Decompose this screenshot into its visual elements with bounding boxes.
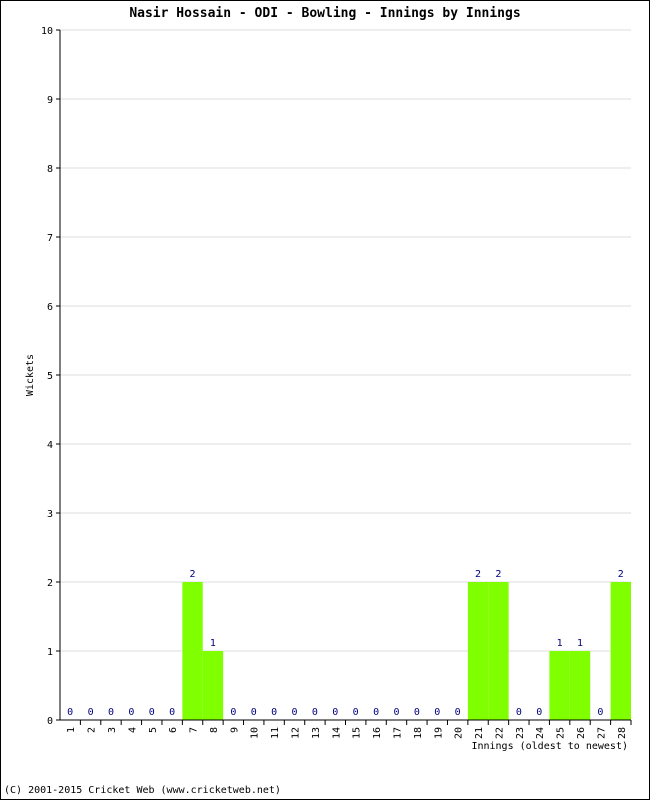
y-tick-label: 0: [47, 716, 53, 727]
x-tick-label: 17: [392, 727, 403, 739]
chart-title: Nasir Hossain - ODI - Bowling - Innings …: [129, 6, 520, 21]
data-label: 2: [495, 569, 501, 580]
data-label: 0: [455, 707, 461, 718]
data-label: 1: [210, 638, 216, 649]
x-tick-label: 11: [270, 727, 281, 739]
data-label: 0: [292, 707, 298, 718]
data-label: 0: [393, 707, 399, 718]
data-label: 2: [618, 569, 624, 580]
y-tick-label: 8: [47, 164, 53, 175]
data-label: 0: [67, 707, 73, 718]
data-label: 0: [271, 707, 277, 718]
y-tick-label: 6: [47, 302, 53, 313]
data-label: 0: [536, 707, 542, 718]
y-tick-label: 5: [47, 371, 53, 382]
data-label: 2: [190, 569, 196, 580]
data-label: 0: [414, 707, 420, 718]
data-label: 0: [332, 707, 338, 718]
x-tick-label: 27: [596, 727, 607, 739]
y-tick-label: 1: [47, 647, 53, 658]
x-tick-label: 23: [515, 727, 526, 739]
x-tick-label: 10: [250, 727, 261, 739]
data-label: 0: [373, 707, 379, 718]
bar: [488, 582, 509, 720]
data-label: 0: [353, 707, 359, 718]
data-label: 0: [108, 707, 114, 718]
bar: [182, 582, 203, 720]
y-tick-label: 9: [47, 95, 53, 106]
bar-chart: Nasir Hossain - ODI - Bowling - Innings …: [25, 6, 632, 752]
data-label: 0: [88, 707, 94, 718]
y-tick-label: 10: [41, 26, 53, 37]
x-tick-label: 8: [209, 727, 220, 733]
x-tick-label: 24: [535, 727, 546, 739]
bar: [467, 582, 489, 720]
data-label: 1: [557, 638, 563, 649]
y-tick-label: 2: [47, 578, 53, 589]
x-tick-label: 4: [127, 727, 138, 733]
y-tick-label: 3: [47, 509, 53, 520]
x-tick-label: 1: [66, 727, 77, 733]
bar: [569, 651, 591, 720]
y-tick-label: 4: [47, 440, 53, 451]
x-tick-label: 21: [474, 727, 485, 739]
x-tick-label: 5: [148, 727, 159, 733]
data-label: 0: [169, 707, 175, 718]
x-tick-label: 12: [291, 727, 302, 739]
y-tick-label: 7: [47, 233, 53, 244]
x-tick-label: 13: [311, 727, 322, 739]
x-tick-label: 19: [433, 727, 444, 739]
copyright-text: (C) 2001-2015 Cricket Web (www.cricketwe…: [4, 785, 281, 796]
bar: [610, 582, 631, 720]
data-label: 0: [597, 707, 603, 718]
x-tick-label: 9: [229, 727, 240, 733]
data-label: 0: [230, 707, 236, 718]
x-tick-label: 14: [331, 727, 342, 739]
data-label: 0: [251, 707, 257, 718]
x-tick-label: 2: [87, 727, 98, 733]
x-tick-label: 3: [107, 727, 118, 733]
x-tick-label: 6: [168, 727, 179, 733]
x-axis-label: Innings (oldest to newest): [471, 741, 628, 752]
x-tick-label: 25: [556, 727, 567, 739]
bar: [549, 651, 570, 720]
data-label: 2: [475, 569, 481, 580]
y-axis-label: Wickets: [25, 354, 36, 396]
data-label: 0: [128, 707, 134, 718]
x-tick-label: 22: [494, 727, 505, 739]
data-label: 0: [149, 707, 155, 718]
x-tick-label: 26: [576, 727, 587, 739]
x-tick-label: 16: [372, 727, 383, 739]
x-tick-label: 15: [352, 727, 363, 739]
bar: [202, 651, 224, 720]
x-tick-label: 18: [413, 727, 424, 739]
x-tick-label: 7: [189, 727, 200, 733]
data-label: 0: [312, 707, 318, 718]
data-label: 0: [516, 707, 522, 718]
data-label: 1: [577, 638, 583, 649]
data-label: 0: [434, 707, 440, 718]
x-tick-label: 20: [454, 727, 465, 739]
x-tick-label: 28: [617, 727, 628, 739]
